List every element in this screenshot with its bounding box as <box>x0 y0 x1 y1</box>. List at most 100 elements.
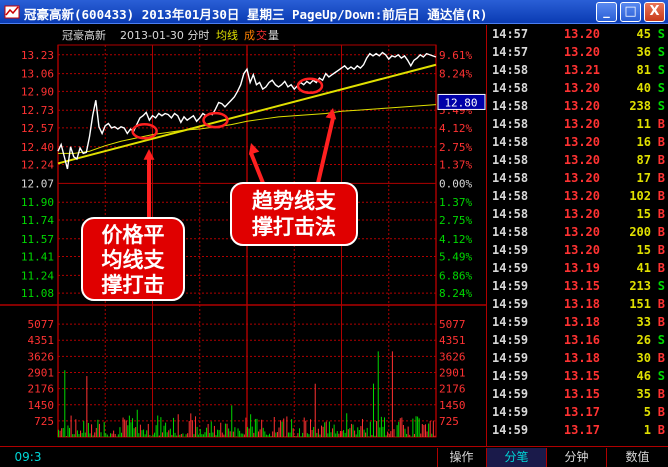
tick-time: 14:59 <box>492 423 529 437</box>
maximize-button[interactable]: □ <box>620 2 641 22</box>
tick-time: 14:59 <box>492 333 529 347</box>
tick-time: 14:57 <box>492 45 529 59</box>
tick-volume: 30 <box>636 351 651 365</box>
tick-price: 13.17 <box>563 423 600 437</box>
tick-row[interactable]: 14:59 13.19 41 B <box>487 261 668 279</box>
tab-values[interactable]: 数值 <box>606 448 668 467</box>
tick-row[interactable]: 14:59 13.17 1 B <box>487 423 668 441</box>
pct-tick-right: 8.24% <box>439 68 472 81</box>
tick-price: 13.20 <box>563 153 600 167</box>
pct-tick-right: 8.24% <box>439 287 472 300</box>
close-button[interactable]: X <box>644 2 665 22</box>
tick-volume: 213 <box>629 279 651 293</box>
minimize-button[interactable]: _ <box>596 2 617 22</box>
vol-tick-right: 5077 <box>439 318 466 331</box>
vol-tick-right: 4351 <box>439 334 466 347</box>
tick-row[interactable]: 14:59 13.18 30 B <box>487 351 668 369</box>
tick-row[interactable]: 14:58 13.20 15 B <box>487 207 668 225</box>
price-tick-left: 12.57 <box>21 122 54 135</box>
price-tick-left: 12.07 <box>21 177 54 190</box>
price-tick-left: 11.90 <box>21 196 54 209</box>
vol-tick-left: 2176 <box>28 383 55 396</box>
vol-tick-left: 5077 <box>28 318 55 331</box>
tick-row[interactable]: 14:57 13.20 36 S <box>487 45 668 63</box>
tick-side: B <box>657 207 665 221</box>
tick-side: B <box>657 189 665 203</box>
tick-volume: 81 <box>636 63 651 77</box>
tick-volume: 16 <box>636 135 651 149</box>
tick-row[interactable]: 14:58 13.20 87 B <box>487 153 668 171</box>
price-tick-left: 11.41 <box>21 251 54 264</box>
vol-legend-a: 成 <box>244 29 255 42</box>
tab-minutes[interactable]: 分钟 <box>546 448 606 467</box>
tick-side: B <box>657 315 665 329</box>
price-tick-left: 13.23 <box>21 49 54 62</box>
tick-side: B <box>657 261 665 275</box>
tick-row[interactable]: 14:59 13.20 15 B <box>487 243 668 261</box>
vol-tick-left: 4351 <box>28 334 55 347</box>
chart-date-label: 2013-01-30 分时 <box>120 29 209 42</box>
tick-price: 13.15 <box>563 387 600 401</box>
avg-legend: 均线 <box>216 28 238 42</box>
price-tick-left: 11.08 <box>21 287 54 300</box>
tick-time: 14:57 <box>492 27 529 41</box>
price-tick-left: 13.06 <box>21 68 54 81</box>
tick-volume: 36 <box>636 45 651 59</box>
tick-volume: 1 <box>643 423 651 437</box>
pct-tick-right: 5.49% <box>439 251 472 264</box>
tick-row[interactable]: 14:58 13.20 40 S <box>487 81 668 99</box>
vol-tick-right: 1450 <box>439 399 466 412</box>
price-tick-left: 12.73 <box>21 104 54 117</box>
callout-arrowhead <box>248 143 260 155</box>
tick-price: 13.20 <box>563 135 600 149</box>
tick-row[interactable]: 14:58 13.20 102 B <box>487 189 668 207</box>
price-tick-left: 12.90 <box>21 85 54 98</box>
tick-side: B <box>657 153 665 167</box>
tick-side: B <box>657 387 665 401</box>
tick-volume: 151 <box>629 297 651 311</box>
tick-row[interactable]: 14:58 13.20 11 B <box>487 117 668 135</box>
tick-side: B <box>657 423 665 437</box>
pct-tick-right: 0.00% <box>439 177 472 190</box>
tick-volume: 238 <box>629 99 651 113</box>
vol-tick-left: 2901 <box>28 366 55 379</box>
tick-row[interactable]: 14:58 13.20 200 B <box>487 225 668 243</box>
tick-row[interactable]: 14:59 13.18 151 B <box>487 297 668 315</box>
tick-volume: 15 <box>636 207 651 221</box>
tick-row[interactable]: 14:58 13.20 238 S <box>487 99 668 117</box>
pct-tick-right: 4.12% <box>439 122 472 135</box>
pct-tick-right: 9.61% <box>439 49 472 62</box>
tick-time: 14:59 <box>492 387 529 401</box>
tick-volume: 102 <box>629 189 651 203</box>
tick-row[interactable]: 14:57 13.20 45 S <box>487 27 668 45</box>
chart-header: 冠豪高新 2013-01-30 分时 均线成交量 <box>62 28 279 42</box>
tick-row[interactable]: 14:59 13.15 35 B <box>487 387 668 405</box>
tick-row[interactable]: 14:59 13.18 33 B <box>487 315 668 333</box>
tick-volume: 5 <box>643 405 651 419</box>
intraday-chart[interactable]: 13.23 9.61% 13.06 8.24% 12.90 12.73 5.49% 12.57… <box>0 25 486 446</box>
tab-operate[interactable]: 操作 <box>437 448 485 467</box>
tick-row[interactable]: 14:59 13.17 5 B <box>487 405 668 423</box>
tick-row[interactable]: 14:59 13.16 26 S <box>487 333 668 351</box>
tick-row[interactable]: 14:59 13.15 213 S <box>487 279 668 297</box>
pct-tick-right: 6.86% <box>439 269 472 282</box>
tick-volume: 35 <box>636 387 651 401</box>
tick-price: 13.15 <box>563 369 600 383</box>
chart-stock-name: 冠豪高新 <box>62 28 106 42</box>
tick-time: 14:58 <box>492 153 529 167</box>
tick-row[interactable]: 14:58 13.20 16 B <box>487 135 668 153</box>
tick-side: B <box>657 405 665 419</box>
tick-list[interactable]: 14:57 13.20 45 S 14:57 13.20 36 S 14:58 13.21 81 S 1… <box>486 25 668 446</box>
tick-row[interactable]: 14:59 13.15 46 S <box>487 369 668 387</box>
tick-side: S <box>657 369 665 383</box>
tick-row[interactable]: 14:58 13.20 17 B <box>487 171 668 189</box>
tick-side: S <box>657 99 665 113</box>
tick-volume: 87 <box>636 153 651 167</box>
tick-price: 13.20 <box>563 117 600 131</box>
tick-time: 14:58 <box>492 225 529 239</box>
tick-side: B <box>657 171 665 185</box>
tick-row[interactable]: 14:58 13.21 81 S <box>487 63 668 81</box>
time-axis-start: 09:3 <box>14 450 42 464</box>
tick-volume: 26 <box>636 333 651 347</box>
tab-ticks[interactable]: 分笔 <box>486 448 546 467</box>
